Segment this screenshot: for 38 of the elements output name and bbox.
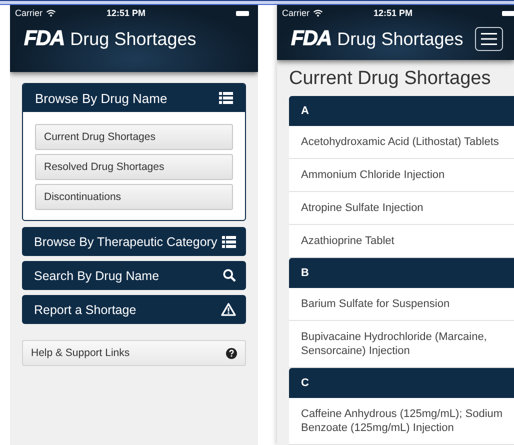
- page-title: Current Drug Shortages: [289, 68, 492, 90]
- browse-by-name-header[interactable]: Browse By Drug Name: [23, 84, 245, 112]
- list-icon: [222, 236, 236, 248]
- help-links-button[interactable]: Help & Support Links: [22, 340, 246, 366]
- letter-header: A: [289, 96, 514, 126]
- menu-button[interactable]: Browse By Therapeutic Category: [22, 227, 246, 256]
- help-icon: [226, 348, 237, 358]
- drug-list-item[interactable]: Atropine Sulfate Injection: [289, 192, 514, 225]
- letter-header: B: [289, 258, 514, 288]
- letter-header: C: [289, 368, 514, 398]
- status-time: 12:51 PM: [374, 8, 414, 18]
- menu-button[interactable]: Search By Drug Name: [22, 261, 246, 290]
- wifi-icon: [312, 9, 323, 17]
- battery-icon: [236, 10, 249, 16]
- drug-list-item[interactable]: Caffeine Anhydrous (125mg/mL); Sodium Benzoate (125mg/mL) Injection: [289, 398, 514, 445]
- wifi-icon: [46, 9, 56, 17]
- search-icon: [223, 269, 236, 282]
- fda-logo: FDA: [24, 27, 64, 51]
- app-title: Drug Shortages: [70, 28, 196, 50]
- warning-icon: [221, 303, 236, 316]
- drug-list-item[interactable]: Barium Sulfate for Suspension: [289, 288, 514, 321]
- battery-icon: [502, 10, 514, 16]
- menu-button[interactable]: [475, 27, 504, 51]
- status-time: 12:51 PM: [106, 8, 147, 18]
- app-title: Drug Shortages: [337, 28, 464, 50]
- carrier-label: Carrier: [15, 8, 43, 18]
- menu-icon: [481, 33, 498, 45]
- drug-list-item[interactable]: Ammonium Chloride Injection: [289, 159, 514, 192]
- carrier-label: Carrier: [282, 8, 310, 18]
- list-icon: [219, 92, 233, 104]
- drug-list-item[interactable]: Acetohydroxamic Acid (Lithostat) Tablets: [289, 126, 514, 159]
- drug-list-item[interactable]: Bupivacaine Hydrochloride (Marcaine, Sensorcaine) Injection: [289, 321, 514, 368]
- drug-list-item[interactable]: Azathioprine Tablet: [289, 225, 514, 258]
- shortage-list-button[interactable]: Discontinuations: [35, 184, 233, 210]
- shortage-list-button[interactable]: Current Drug Shortages: [35, 124, 233, 150]
- menu-button[interactable]: Report a Shortage: [22, 295, 246, 324]
- shortage-list-button[interactable]: Resolved Drug Shortages: [35, 154, 233, 180]
- fda-logo: FDA: [291, 27, 332, 51]
